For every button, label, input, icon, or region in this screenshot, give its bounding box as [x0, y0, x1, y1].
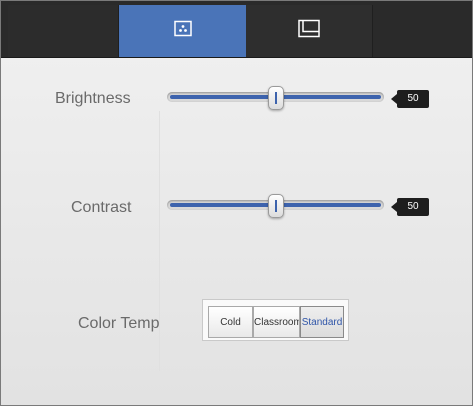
- contrast-track-right: [281, 203, 381, 207]
- tab-blank-left[interactable]: [8, 5, 119, 57]
- color-temp-label: Color Temp: [78, 315, 160, 332]
- color-temp-option-standard[interactable]: Standard: [300, 306, 344, 338]
- divider: [159, 111, 160, 271]
- tab-image[interactable]: [119, 5, 246, 57]
- color-temp-option-classroom[interactable]: Classroom: [253, 306, 300, 338]
- brightness-track-right: [281, 95, 381, 99]
- tab-blank-right[interactable]: [373, 5, 472, 57]
- brightness-fill: [170, 95, 274, 99]
- contrast-fill: [170, 203, 274, 207]
- color-temp-selector: Cold Classroom Standard: [202, 299, 349, 341]
- settings-window: Brightness 50 Contrast 50 Color Temp Col…: [0, 0, 473, 406]
- image-adjust-icon: [173, 20, 192, 42]
- brightness-value: 50: [391, 90, 429, 108]
- color-temp-option-cold[interactable]: Cold: [208, 306, 253, 338]
- contrast-value: 50: [391, 198, 429, 216]
- contrast-thumb[interactable]: [268, 194, 284, 218]
- brightness-thumb[interactable]: [268, 86, 284, 110]
- contrast-label: Contrast: [71, 199, 132, 216]
- tab-layout[interactable]: [246, 5, 373, 57]
- brightness-label: Brightness: [55, 90, 131, 107]
- tab-bar: [1, 1, 472, 58]
- layout-icon: [298, 19, 320, 43]
